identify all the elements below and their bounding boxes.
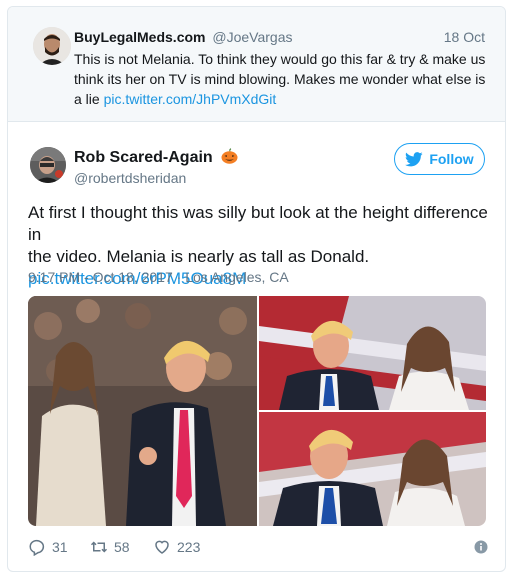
quoted-author-name[interactable]: BuyLegalMeds.com [74, 29, 205, 45]
tweet-text-line-2: the video. Melania is nearly as tall as … [28, 247, 370, 266]
photo-1[interactable] [28, 296, 257, 526]
retweet-icon [90, 541, 108, 553]
photo-3[interactable] [259, 412, 486, 526]
reply-count: 31 [52, 539, 68, 555]
info-icon[interactable] [474, 540, 488, 554]
retweet-count: 58 [114, 539, 130, 555]
tweet-meta: 9:17 PM - Oct 18, 2017 · Los Angeles, CA [28, 269, 289, 285]
twitter-bird-icon [405, 151, 424, 166]
meta-separator: · [176, 269, 186, 285]
quoted-tweet-date[interactable]: 18 Oct [444, 29, 485, 45]
avatar[interactable] [33, 27, 71, 65]
quoted-tweet-header: BuyLegalMeds.com @JoeVargas 18 Oct [74, 29, 485, 47]
pumpkin-icon [221, 148, 238, 164]
tweet-text-line-1: At first I thought this was silly but lo… [28, 203, 488, 244]
like-button[interactable]: 223 [153, 538, 200, 556]
follow-label[interactable]: Follow [429, 151, 473, 167]
author-handle[interactable]: @robertdsheridan [74, 170, 186, 186]
tweet-embed-card: BuyLegalMeds.com @JoeVargas 18 Oct This … [7, 6, 506, 572]
like-count: 223 [177, 539, 201, 555]
photo-grid [28, 296, 486, 526]
heart-icon [155, 540, 169, 554]
avatar[interactable] [30, 147, 66, 183]
reply-icon [29, 539, 45, 556]
retweet-button[interactable]: 58 [90, 538, 130, 556]
tweet-timestamp[interactable]: 9:17 PM - Oct 18, 2017 [28, 269, 173, 285]
reply-button[interactable]: 31 [28, 538, 68, 556]
quoted-tweet[interactable]: BuyLegalMeds.com @JoeVargas 18 Oct This … [8, 7, 505, 122]
tweet-location[interactable]: Los Angeles, CA [185, 269, 289, 285]
tweet-actions: 31 58 223 [28, 538, 488, 560]
quoted-tweet-text: This is not Melania. To think they would… [74, 49, 494, 109]
quoted-tweet-link[interactable]: pic.twitter.com/JhPVmXdGit [104, 91, 277, 107]
follow-button[interactable]: Follow [394, 143, 485, 175]
author-name-text[interactable]: Rob Scared-Again [74, 149, 213, 166]
photo-2[interactable] [259, 296, 486, 410]
quoted-author-handle[interactable]: @JoeVargas [212, 29, 292, 45]
author-name[interactable]: Rob Scared-Again [74, 148, 238, 167]
